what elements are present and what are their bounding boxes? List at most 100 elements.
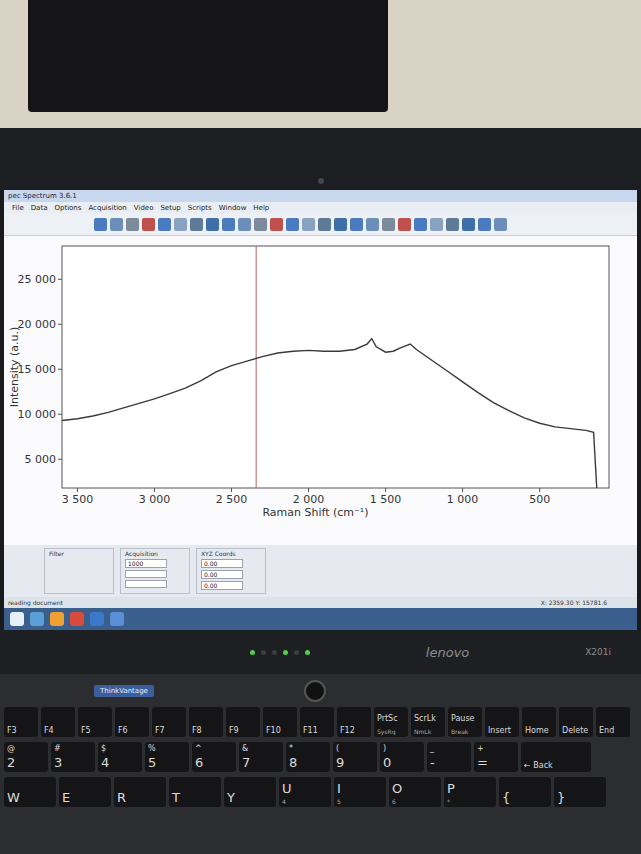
tool-icon[interactable]	[94, 218, 107, 231]
tool-icon[interactable]	[302, 218, 315, 231]
tool-icon[interactable]	[350, 218, 363, 231]
app-icon[interactable]	[30, 612, 44, 626]
power-button[interactable]	[304, 680, 326, 702]
x-tick: 1 000	[447, 488, 479, 506]
keyboard-key[interactable]: F4	[41, 707, 75, 737]
keyboard-key[interactable]: W	[4, 777, 56, 807]
keyboard-key[interactable]: O6	[389, 777, 441, 807]
keyboard-key[interactable]: )0	[380, 742, 424, 772]
keyboard-key[interactable]: {	[499, 777, 551, 807]
keyboard-key[interactable]: $4	[98, 742, 142, 772]
tool-icon[interactable]	[238, 218, 251, 231]
menu-item[interactable]: Data	[31, 204, 48, 212]
tool-icon[interactable]	[110, 218, 123, 231]
keyboard-key[interactable]: R	[114, 777, 166, 807]
menu-item[interactable]: Setup	[160, 204, 180, 212]
keyboard-key[interactable]: End	[596, 707, 630, 737]
keyboard-key[interactable]: *8	[286, 742, 330, 772]
keyboard-key[interactable]: }	[554, 777, 606, 807]
app-icon[interactable]	[50, 612, 64, 626]
input-field[interactable]	[125, 570, 167, 578]
svg-text:25 000: 25 000	[18, 273, 57, 286]
keyboard-key[interactable]: _-	[427, 742, 471, 772]
svg-text:3 000: 3 000	[139, 493, 171, 506]
tool-icon[interactable]	[190, 218, 203, 231]
keyboard-key[interactable]: F3	[4, 707, 38, 737]
tool-icon[interactable]	[414, 218, 427, 231]
tool-icon[interactable]	[158, 218, 171, 231]
keyboard-key[interactable]: @2	[4, 742, 48, 772]
menu-item[interactable]: Window	[219, 204, 247, 212]
keyboard-key[interactable]: F12	[337, 707, 371, 737]
keyboard-key[interactable]: F10	[263, 707, 297, 737]
keyboard-key[interactable]: E	[59, 777, 111, 807]
app-icon[interactable]	[90, 612, 104, 626]
tool-icon[interactable]	[382, 218, 395, 231]
chart-panel: 25 00020 00015 00010 0005 0003 5003 0002…	[4, 236, 637, 545]
keyboard-key[interactable]: Y	[224, 777, 276, 807]
keyboard-key[interactable]: Home	[522, 707, 556, 737]
keyboard-key[interactable]: +=	[474, 742, 518, 772]
keyboard-key[interactable]: PrtScSysRq	[374, 707, 408, 737]
tool-icon[interactable]	[494, 218, 507, 231]
tool-icon[interactable]	[430, 218, 443, 231]
keyboard-key[interactable]: I5	[334, 777, 386, 807]
keyboard-key[interactable]: ScrLkNmLk	[411, 707, 445, 737]
keyboard-key[interactable]: &7	[239, 742, 283, 772]
tool-icon[interactable]	[366, 218, 379, 231]
menu-item[interactable]: Video	[134, 204, 154, 212]
keyboard-key[interactable]: Delete	[559, 707, 593, 737]
keyboard-key[interactable]: #3	[51, 742, 95, 772]
keyboard-key[interactable]: F11	[300, 707, 334, 737]
tool-icon[interactable]	[446, 218, 459, 231]
svg-text:2 500: 2 500	[216, 493, 248, 506]
tool-icon[interactable]	[126, 218, 139, 231]
input-field[interactable]: 0.00	[201, 570, 243, 579]
input-field[interactable]: 0.00	[201, 581, 243, 590]
menu-item[interactable]: Acquisition	[88, 204, 126, 212]
status-lights	[250, 650, 310, 655]
keyboard-key[interactable]: U4	[279, 777, 331, 807]
keyboard-key[interactable]: P*	[444, 777, 496, 807]
tool-icon[interactable]	[318, 218, 331, 231]
keyboard-key[interactable]: ^6	[192, 742, 236, 772]
keyboard-key[interactable]: (9	[333, 742, 377, 772]
input-field[interactable]: 0.00	[201, 559, 243, 568]
thinkvantage-button[interactable]: ThinkVantage	[94, 685, 154, 697]
tool-icon[interactable]	[270, 218, 283, 231]
y-tick: 20 000	[18, 318, 63, 331]
spectrum-line	[62, 339, 597, 488]
tool-icon[interactable]	[206, 218, 219, 231]
menu-item[interactable]: File	[12, 204, 24, 212]
tool-icon[interactable]	[398, 218, 411, 231]
keyboard-key[interactable]: F5	[78, 707, 112, 737]
tool-icon[interactable]	[462, 218, 475, 231]
tool-icon[interactable]	[142, 218, 155, 231]
svg-text:1 500: 1 500	[370, 493, 402, 506]
tool-icon[interactable]	[286, 218, 299, 231]
tool-icon[interactable]	[334, 218, 347, 231]
menu-item[interactable]: Help	[253, 204, 269, 212]
input-field[interactable]	[125, 580, 167, 588]
app-icon[interactable]	[10, 612, 24, 626]
tool-icon[interactable]	[254, 218, 267, 231]
cursor-line[interactable]	[256, 246, 257, 488]
keyboard-key[interactable]: F7	[152, 707, 186, 737]
tool-icon[interactable]	[478, 218, 491, 231]
keyboard-key[interactable]: ← Back	[521, 742, 591, 772]
app-icon[interactable]	[70, 612, 84, 626]
keyboard-key[interactable]: T	[169, 777, 221, 807]
keyboard-key[interactable]: F9	[226, 707, 260, 737]
keyboard-key[interactable]: F6	[115, 707, 149, 737]
keyboard-key[interactable]: PauseBreak	[448, 707, 482, 737]
input-field[interactable]: 1000	[125, 559, 167, 568]
title-bar: pec Spectrum 3.6.1	[4, 190, 637, 202]
tool-icon[interactable]	[174, 218, 187, 231]
menu-item[interactable]: Options	[54, 204, 81, 212]
app-icon[interactable]	[110, 612, 124, 626]
keyboard-key[interactable]: Insert	[485, 707, 519, 737]
keyboard-key[interactable]: %5	[145, 742, 189, 772]
tool-icon[interactable]	[222, 218, 235, 231]
menu-item[interactable]: Scripts	[188, 204, 212, 212]
keyboard-key[interactable]: F8	[189, 707, 223, 737]
